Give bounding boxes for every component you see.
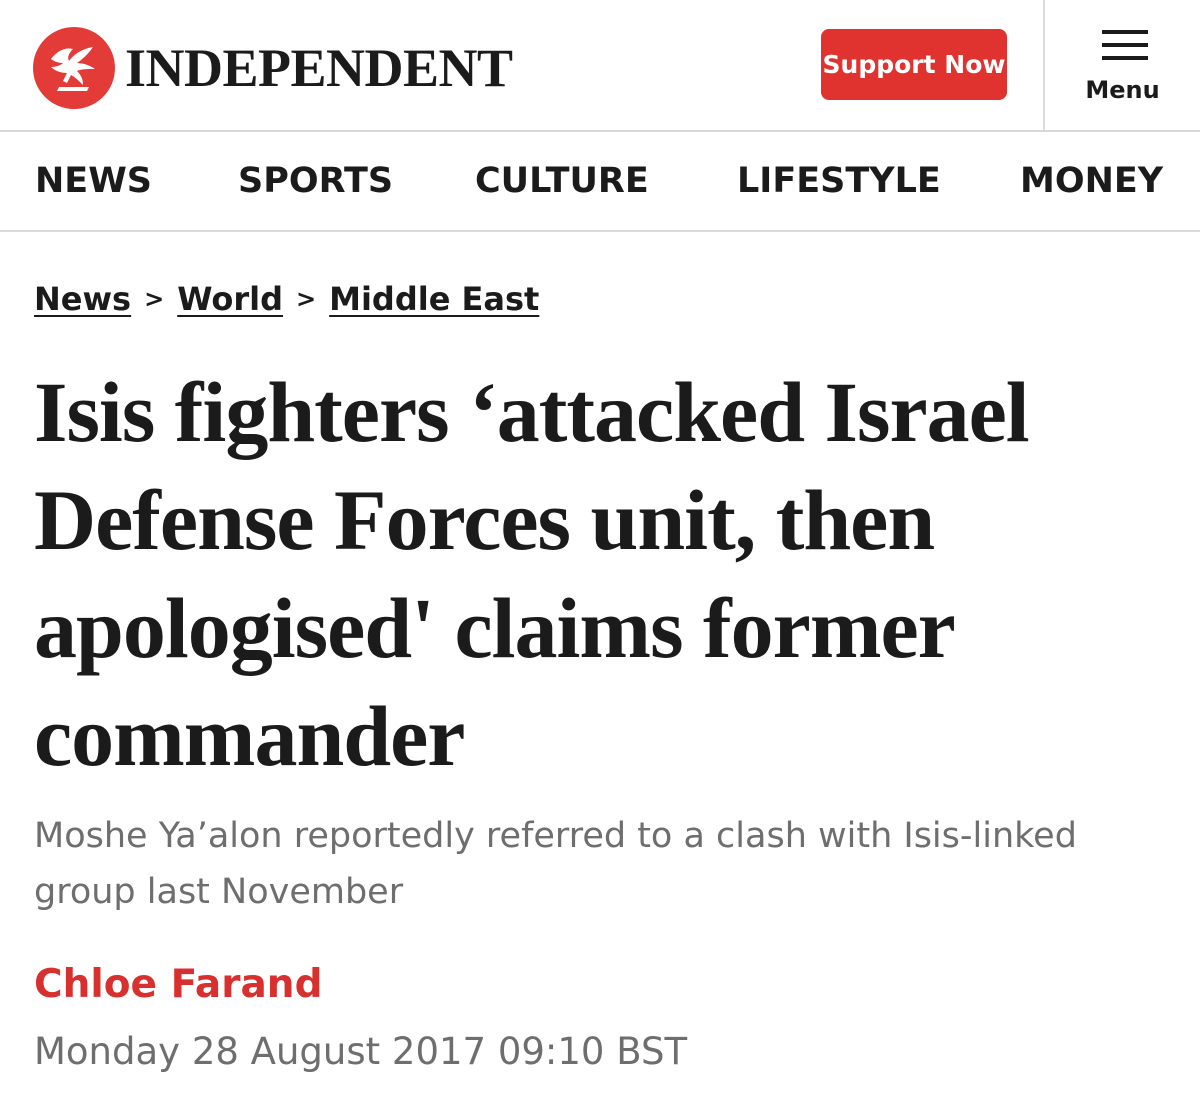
author-link[interactable]: Chloe Farand [34, 962, 322, 1007]
nav-item-culture[interactable]: CULTURE [475, 162, 649, 201]
publish-date: Monday 28 August 2017 09:10 BST [34, 1030, 688, 1073]
breadcrumb-world[interactable]: World [177, 280, 283, 318]
breadcrumb: News > World > Middle East [34, 280, 539, 318]
nav-item-sports[interactable]: SPORTS [238, 162, 393, 201]
menu-label: Menu [1085, 76, 1160, 104]
breadcrumb-middle-east[interactable]: Middle East [329, 280, 539, 318]
nav-item-news[interactable]: NEWS [35, 162, 152, 201]
site-header: INDEPENDENT Support Now Menu [0, 0, 1200, 132]
article-headline: Isis fighters ‘attacked Israel Defense F… [34, 364, 1030, 784]
site-logo[interactable]: INDEPENDENT [33, 27, 513, 109]
nav-item-lifestyle[interactable]: LIFESTYLE [737, 162, 941, 201]
brand-wordmark: INDEPENDENT [125, 38, 513, 98]
breadcrumb-news[interactable]: News [34, 280, 131, 318]
menu-button[interactable]: Menu [1045, 0, 1200, 130]
section-nav: NEWS SPORTS CULTURE LIFESTYLE MONEY [0, 132, 1200, 232]
hamburger-icon [1102, 30, 1148, 60]
breadcrumb-separator: > [296, 285, 317, 313]
nav-item-money[interactable]: MONEY [1020, 162, 1163, 201]
support-now-button[interactable]: Support Now [821, 29, 1007, 100]
breadcrumb-separator: > [144, 285, 165, 313]
article-standfirst: Moshe Ya’alon reportedly referred to a c… [34, 816, 1077, 912]
eagle-icon [33, 27, 115, 109]
